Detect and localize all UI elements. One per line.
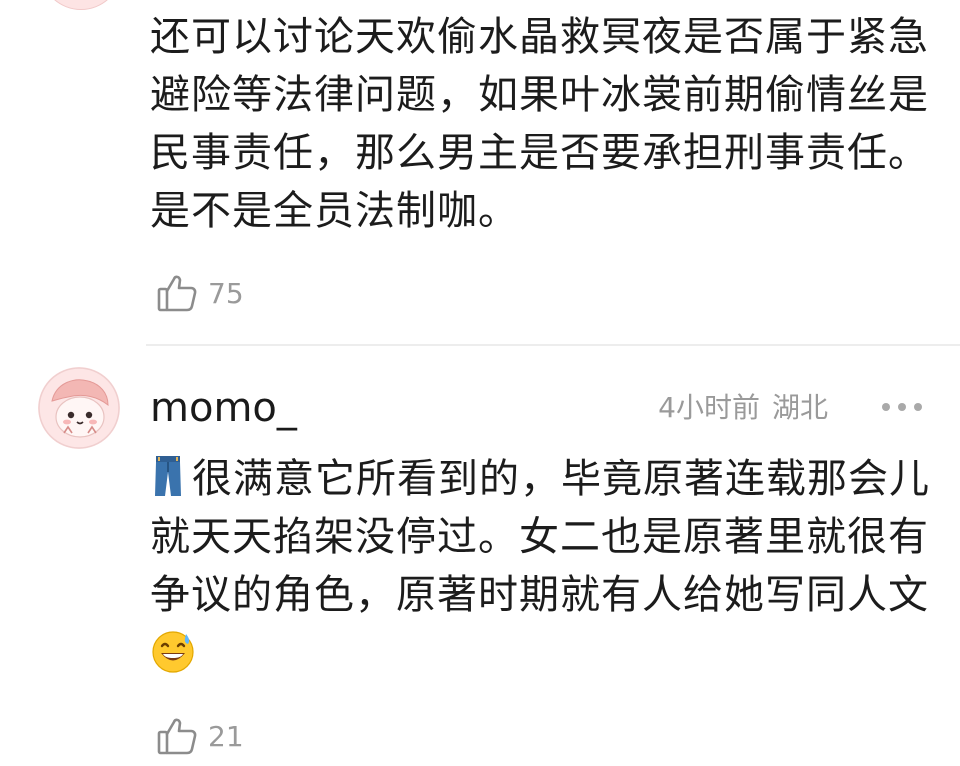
thumbs-up-icon [157, 275, 197, 312]
jeans-icon [155, 456, 181, 496]
comment-body: 很满意它所看到的，毕竟原著连载那会儿 就天天掐架没停过。女二也是原著里就很有 争… [150, 450, 940, 682]
comment-line-4 [150, 624, 940, 682]
previous-comment-avatar[interactable] [40, 0, 122, 10]
comment-location: 湖北 [771, 391, 828, 424]
comment-line: 民事责任，那么男主是否要承担刑事责任。 [150, 130, 929, 176]
comment-line-2: 就天天掐架没停过。女二也是原著里就很有 [150, 514, 929, 560]
like-count: 21 [208, 719, 244, 753]
like-button[interactable]: 21 [156, 714, 244, 758]
comment-line: 避险等法律问题，如果叶冰裳前期偷情丝是 [150, 72, 929, 118]
comment-line: 是不是全员法制咖。 [150, 188, 519, 234]
comment-line: 还可以讨论天欢偷水晶救冥夜是否属于紧急 [150, 14, 929, 60]
comment-line-text: 很满意它所看到的，毕竟原著连载那会儿 [192, 456, 930, 502]
dot [898, 403, 906, 411]
comment-time: 4小时前 [658, 391, 760, 424]
grinning-sweat-icon [152, 631, 194, 673]
dot [914, 403, 922, 411]
like-button[interactable]: 75 [156, 271, 244, 315]
dot [882, 403, 890, 411]
avatar[interactable] [38, 367, 120, 449]
username[interactable]: momo_ [150, 380, 297, 436]
comment-line-1: 很满意它所看到的，毕竟原著连载那会儿 [150, 450, 940, 508]
like-count: 75 [208, 276, 244, 310]
comment-line-3: 争议的角色，原著时期就有人给她写同人文 [150, 572, 929, 618]
comment-meta: 4小时前 湖北 [658, 388, 828, 428]
comment-divider [146, 344, 960, 346]
comment-body: 还可以讨论天欢偷水晶救冥夜是否属于紧急 避险等法律问题，如果叶冰裳前期偷情丝是 … [150, 8, 940, 240]
thumbs-up-icon [157, 718, 197, 755]
more-options-button[interactable] [882, 392, 922, 422]
